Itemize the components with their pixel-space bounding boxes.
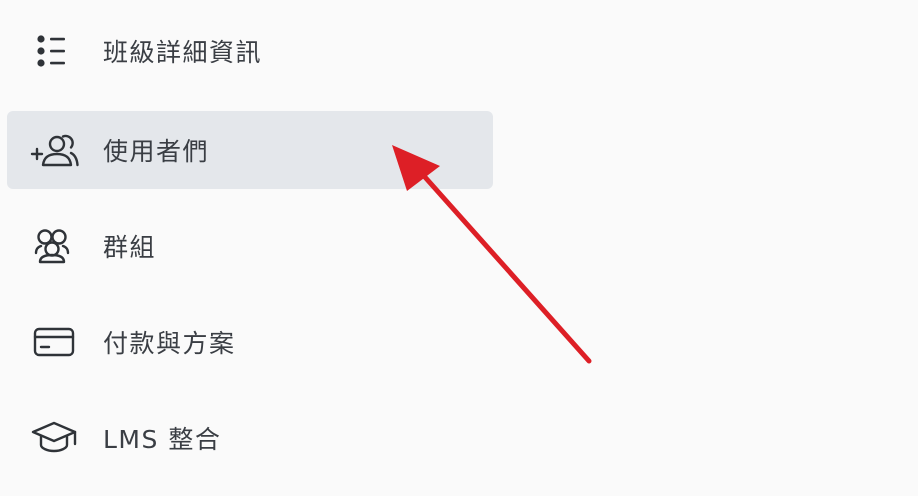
list-icon xyxy=(29,29,79,73)
menu-item-label: 群組 xyxy=(103,233,157,262)
settings-menu: 班級詳細資訊 使用者們 群組 付款與方案 LMS 整合 xyxy=(0,0,918,496)
add-user-icon xyxy=(29,128,79,172)
menu-item-label: 使用者們 xyxy=(103,137,210,166)
credit-card-icon xyxy=(29,320,79,364)
menu-item-billing[interactable]: 付款與方案 xyxy=(7,303,493,381)
menu-item-class-details[interactable]: 班級詳細資訊 xyxy=(7,12,493,90)
menu-item-label: 班級詳細資訊 xyxy=(103,38,263,67)
menu-item-lms-integration[interactable]: LMS 整合 xyxy=(7,399,493,477)
menu-item-groups[interactable]: 群組 xyxy=(7,207,493,285)
group-icon xyxy=(29,224,79,268)
menu-item-label: LMS 整合 xyxy=(103,425,222,454)
menu-item-users[interactable]: 使用者們 xyxy=(7,111,493,189)
menu-item-label: 付款與方案 xyxy=(103,329,236,358)
graduation-cap-icon xyxy=(29,416,79,460)
